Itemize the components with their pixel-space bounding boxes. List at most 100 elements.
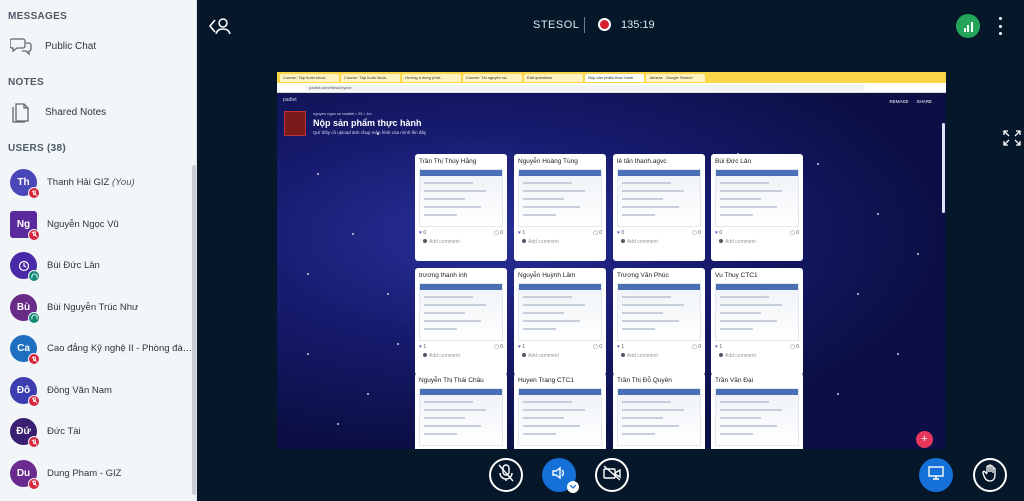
browser-tab[interactable]: Edit questions [524,73,583,82]
padlet-post-card[interactable]: Huyen Trang CTC1♥ 1▢ 0Add comment [514,373,606,449]
share-button[interactable]: SHARE [916,99,932,104]
user-list-item[interactable]: Đứ Đức Tài [0,411,196,453]
background-star [367,393,369,395]
post-screenshot[interactable] [419,169,503,227]
padlet-post-card[interactable]: Vu Thuy CTC1 ♥ 1 ▢ 0 Add comment [711,268,803,375]
sidebar-scrollbar[interactable] [192,165,196,495]
connection-status-icon[interactable] [956,14,980,38]
user-list-item[interactable]: Du Dung Pham - GIZ [0,453,196,495]
padlet-post-card[interactable]: lê tấn thanh.agvc ♥ 0 ▢ 0 Add comment [613,154,705,261]
post-screenshot[interactable] [715,283,799,341]
padlet-post-card[interactable]: Bùi Đức Lân ♥ 0 ▢ 0 Add comment [711,154,803,261]
public-chat-item[interactable]: Public Chat [0,26,196,66]
recording-timer: 135:19 [621,19,655,31]
add-comment-field[interactable]: Add comment [711,236,803,245]
like-count[interactable]: ♥ 1 [617,344,624,350]
padlet-scrollbar[interactable] [942,123,945,213]
post-screenshot[interactable] [518,388,602,446]
add-comment-field[interactable]: Add comment [415,350,507,359]
post-meta: ♥ 0 ▢ 0 [613,227,705,236]
likes-value: 0 [621,230,625,236]
add-comment-field[interactable]: Add comment [514,350,606,359]
padlet-subtitle: Quí thầy cô upload ảnh chụp màn hình của… [313,130,427,135]
browser-tab[interactable]: Jamera - Google Search [646,73,705,82]
comment-count[interactable]: ▢ 0 [790,230,799,236]
add-comment-field[interactable]: Add comment [711,350,803,359]
browser-tab[interactable]: Course: Tài nguyên và.. [463,73,522,82]
like-count[interactable]: ♥ 1 [518,230,525,236]
add-comment-field[interactable]: Add comment [613,236,705,245]
post-screenshot[interactable] [715,169,799,227]
chevron-down-icon[interactable] [567,481,579,493]
padlet-post-card[interactable]: Trương Văn Phúc ♥ 1 ▢ 0 Add comment [613,268,705,375]
browser-tabs: Course: Tập huấn khoá.. Course: Tập huấn … [277,72,946,83]
padlet-post-card[interactable]: Nguyễn Thị Thái Châu♥ 1▢ 0Add comment [415,373,507,449]
post-screenshot[interactable] [617,169,701,227]
like-count[interactable]: ♥ 0 [715,230,722,236]
comment-count[interactable]: ▢ 0 [494,344,503,350]
padlet-post-card[interactable]: Trần Thị Đỗ Quyên♥ 1▢ 0Add comment [613,373,705,449]
padlet-post-card[interactable]: Nguyễn Huỳnh Lâm ♥ 1 ▢ 0 Add comment [514,268,606,375]
user-list-item[interactable]: Ng Nguyễn Ngọc Vũ [0,204,196,246]
headphones-icon [28,311,40,324]
heart-icon: ♥ [715,230,718,236]
comment-count[interactable]: ▢ 0 [494,230,503,236]
like-count[interactable]: ♥ 1 [518,344,525,350]
padlet-post-card[interactable]: Nguyễn Hoàng Tùng ♥ 1 ▢ 0 Add comment [514,154,606,261]
public-chat-label: Public Chat [45,40,97,52]
post-screenshot[interactable] [518,283,602,341]
browser-url-bar: padlet.com/ntesol/xyzze [277,83,946,93]
user-list-item[interactable]: Th Thanh Hải GIZ (You) [0,162,196,204]
add-post-button[interactable]: + [916,431,933,448]
post-screenshot[interactable] [419,283,503,341]
like-count[interactable]: ♥ 0 [617,230,624,236]
remake-button[interactable]: REMAKE [889,99,908,104]
comment-count[interactable]: ▢ 0 [593,230,602,236]
like-count[interactable]: ♥ 1 [419,344,426,350]
comment-count[interactable]: ▢ 0 [692,344,701,350]
browser-tab[interactable]: Hướng a dung phát.. [402,73,461,82]
present-button[interactable] [919,458,953,492]
user-list-item[interactable]: Bù Bùi Nguyễn Trúc Như [0,287,196,329]
post-screenshot[interactable] [518,169,602,227]
back-user-icon[interactable] [208,16,231,36]
avatar: Đô [10,376,40,407]
shared-notes-item[interactable]: Shared Notes [0,92,196,132]
add-comment-field[interactable]: Add comment [613,350,705,359]
browser-tab[interactable]: Course: Tập huấn khoá.. [280,73,339,82]
add-comment-field[interactable]: Add comment [514,236,606,245]
padlet-post-card[interactable]: Trần Thị Thúy Hằng ♥ 0 ▢ 0 Add comment [415,154,507,261]
recording-indicator-icon[interactable] [598,18,611,31]
post-screenshot[interactable] [715,388,799,446]
comment-count[interactable]: ▢ 0 [790,344,799,350]
more-options-icon[interactable] [997,17,1003,35]
camera-button[interactable] [595,458,629,492]
user-list-item[interactable]: Ca Cao đẳng Kỹ nghệ II - Phòng đào tạ... [0,328,196,370]
raise-hand-button[interactable] [973,458,1007,492]
browser-tab[interactable]: Nộp sản phẩm thực hành [585,73,644,82]
like-count[interactable]: ♥ 0 [419,230,426,236]
padlet-post-card[interactable]: Trần Văn Đại♥ 1▢ 0Add comment [711,373,803,449]
comment-count[interactable]: ▢ 0 [593,344,602,350]
post-screenshot[interactable] [617,283,701,341]
post-meta: ♥ 1 ▢ 0 [415,341,507,350]
raise-hand-icon [982,463,998,487]
fullscreen-icon[interactable] [1003,130,1021,146]
browser-tab[interactable]: Course: Tập huấn khoá.. [341,73,400,82]
post-screenshot[interactable] [617,388,701,446]
shared-notes-label: Shared Notes [45,106,107,118]
user-name-text: Đồng Văn Nam [47,384,112,396]
like-count[interactable]: ♥ 1 [715,344,722,350]
user-list-item[interactable]: Bùi Đức Lân [0,245,196,287]
mute-button[interactable] [489,458,523,492]
url-field[interactable]: padlet.com/ntesol/xyzze [305,85,865,91]
post-screenshot[interactable] [419,388,503,446]
avatar-initials: Đô [16,384,31,396]
add-comment-field[interactable]: Add comment [415,236,507,245]
user-name: Cao đẳng Kỹ nghệ II - Phòng đào tạ... [47,343,195,354]
user-list-item[interactable]: Đô Đồng Văn Nam [0,370,196,412]
comment-count[interactable]: ▢ 0 [692,230,701,236]
audio-button[interactable] [542,458,579,493]
padlet-post-card[interactable]: trương thanh inh ♥ 1 ▢ 0 Add comment [415,268,507,375]
document-icon [10,101,32,123]
